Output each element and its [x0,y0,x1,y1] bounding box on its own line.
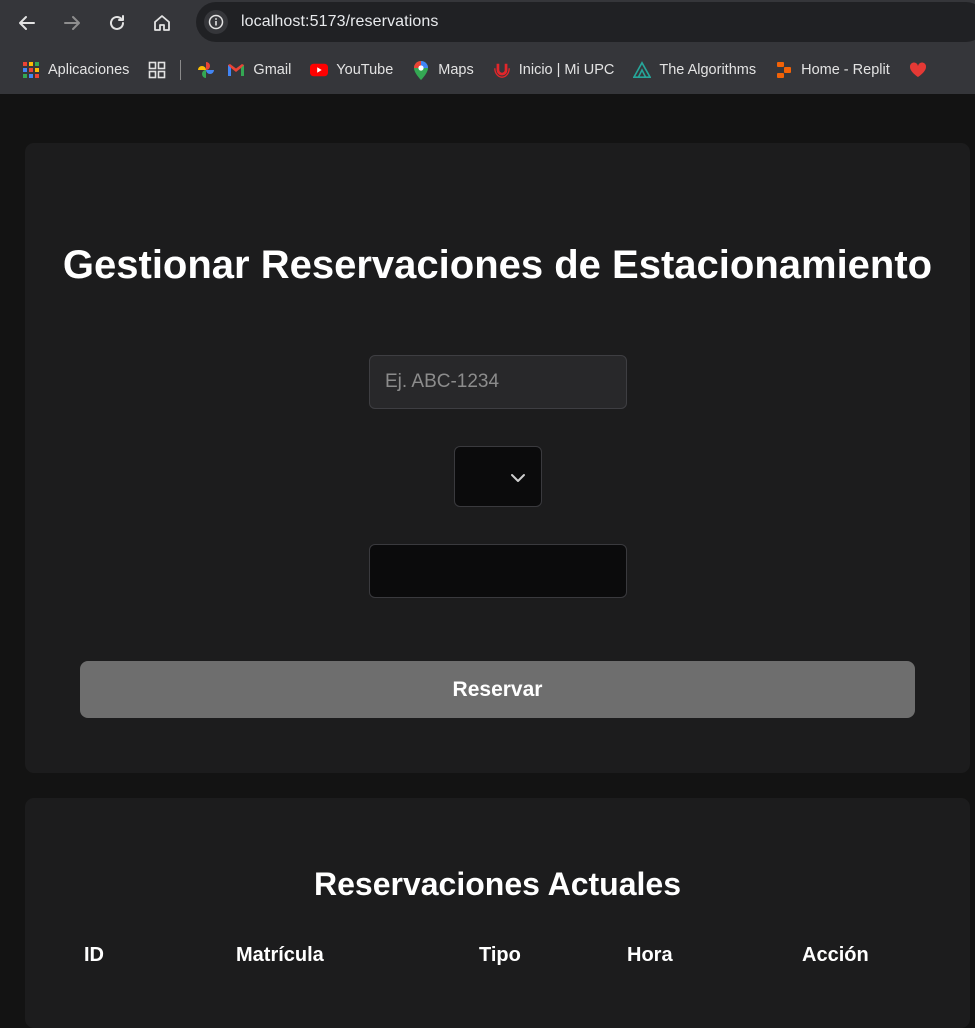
home-icon [154,15,170,31]
vehicle-type-select[interactable] [454,446,542,507]
google-photos-icon [197,61,215,79]
reservations-list-card: Reservaciones Actuales ID Matrícula Tipo… [25,798,970,1028]
bookmark-label: YouTube [336,62,394,78]
address-bar[interactable]: localhost:5173/reservations [196,2,975,42]
plate-input[interactable] [369,355,627,409]
column-header-action: Acción [802,944,869,966]
site-info-icon[interactable] [204,10,228,34]
arrow-left-icon [19,16,35,30]
bookmark-algorithms[interactable]: The Algorithms [633,55,756,85]
arrow-right-icon [64,16,80,30]
bookmark-partial[interactable] [909,55,935,85]
column-header-time: Hora [627,944,673,966]
bookmark-label: Aplicaciones [48,62,130,78]
reload-icon [110,15,124,30]
reload-button[interactable] [100,6,134,40]
replit-icon [775,61,793,79]
bookmark-aplicaciones[interactable]: Aplicaciones [22,55,129,85]
youtube-icon [310,61,329,79]
reservation-form-card: Gestionar Reservaciones de Estacionamien… [25,143,970,773]
page-title: Gestionar Reservaciones de Estacionamien… [62,243,933,287]
column-header-plate: Matrícula [236,944,324,966]
bookmarks-divider [180,60,182,80]
bookmark-replit[interactable]: Home - Replit [775,55,890,85]
bookmark-label: Inicio | Mi UPC [518,62,615,78]
browser-toolbar: localhost:5173/reservations [0,0,975,46]
home-button[interactable] [145,6,179,40]
upc-icon [493,61,511,79]
bookmark-youtube[interactable]: YouTube [310,55,393,85]
algorithms-icon [633,61,652,79]
url-text[interactable]: localhost:5173/reservations [241,13,438,31]
bookmark-gmail[interactable]: Gmail [227,55,291,85]
column-header-id: ID [84,944,104,966]
bookmark-maps[interactable]: Maps [412,55,474,85]
bookmark-label: Gmail [253,62,292,78]
column-header-type: Tipo [479,944,521,966]
apps-grid-icon [22,61,40,79]
bookmarks-bar: Aplicaciones Gmail YouTube Maps Inicio |… [0,46,975,94]
time-input[interactable] [369,544,627,598]
bookmark-photos[interactable] [197,55,215,85]
bookmark-label: Home - Replit [801,62,890,78]
chevron-down-icon [511,474,525,482]
bookmark-upc[interactable]: Inicio | Mi UPC [493,55,615,85]
bookmark-label: The Algorithms [659,62,757,78]
tab-groups-icon [148,61,166,79]
maps-icon [412,60,430,80]
reserve-button[interactable]: Reservar [80,661,915,718]
heart-icon [909,61,927,79]
tab-groups-button[interactable] [148,55,166,85]
gmail-icon [227,61,245,79]
back-button[interactable] [10,6,44,40]
forward-button[interactable] [55,6,89,40]
bookmark-label: Maps [438,62,474,78]
reservations-title: Reservaciones Actuales [313,866,681,902]
